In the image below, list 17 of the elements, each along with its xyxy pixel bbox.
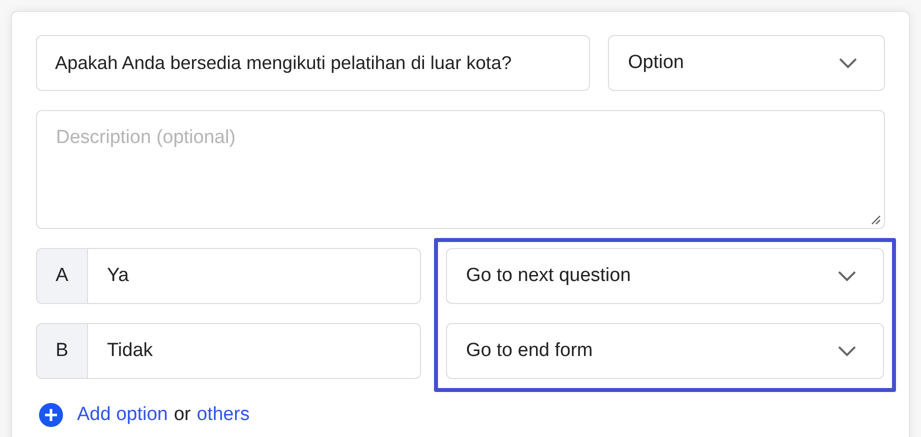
option-letter: B	[36, 323, 88, 379]
question-field[interactable]: Apakah Anda bersedia mengikuti pelatihan di luar kota?	[36, 35, 590, 91]
option-letter: A	[36, 248, 88, 304]
chevron-down-icon	[837, 345, 857, 357]
others-link[interactable]: others	[196, 404, 250, 426]
action-dropdown[interactable]: Go to next question	[446, 248, 884, 304]
action-dropdown[interactable]: Go to end form	[446, 323, 884, 379]
resize-handle-icon[interactable]	[871, 215, 881, 225]
description-field[interactable]: Description (optional)	[36, 110, 885, 229]
or-text: or	[174, 404, 191, 426]
chevron-down-icon	[838, 57, 858, 69]
add-option-link[interactable]: Add option	[77, 404, 168, 426]
option-field[interactable]: Tidak	[88, 323, 421, 379]
add-icon[interactable]	[39, 403, 63, 427]
chevron-down-icon	[837, 270, 857, 282]
option-field[interactable]: Ya	[88, 248, 421, 304]
type-dropdown[interactable]: Option	[608, 35, 885, 91]
